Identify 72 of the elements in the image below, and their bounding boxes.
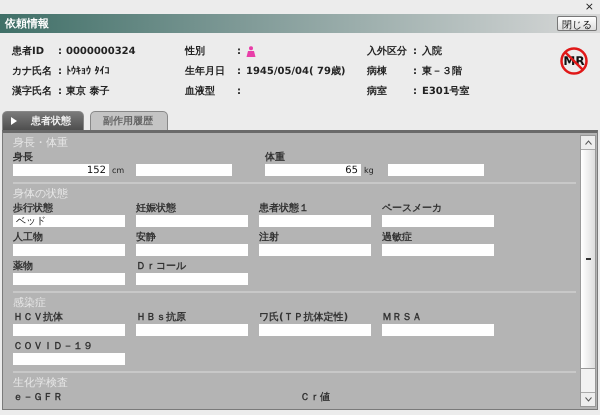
field-label: 患者ID <box>12 46 46 58</box>
field-label: ペースメーカ <box>382 203 443 215</box>
window-title: 依頼情報 <box>5 16 49 31</box>
input-field[interactable] <box>382 324 494 336</box>
field-label: 血液型 <box>185 86 216 98</box>
field-value: E301号室 <box>422 86 471 98</box>
input-field[interactable] <box>136 164 232 176</box>
field-label: Ｃｒ値 <box>300 392 331 404</box>
field-value: 東－３階 <box>422 66 463 78</box>
colon: : <box>413 86 418 98</box>
input-field[interactable] <box>259 324 371 336</box>
input-field[interactable] <box>136 244 248 256</box>
field-label: Ｄｒコール <box>136 261 188 273</box>
field-label: 身長 <box>13 152 34 164</box>
input-field[interactable] <box>259 215 371 227</box>
input-field[interactable]: ベッド <box>13 215 125 227</box>
input-field[interactable] <box>382 244 494 256</box>
field-label: 漢字氏名 <box>12 86 53 98</box>
field-label: 歩行状態 <box>13 203 54 215</box>
field-label: 患者状態１ <box>259 203 310 215</box>
field-label: ＨＢｓ抗原 <box>136 312 187 324</box>
colon: : <box>413 66 418 78</box>
field-label: 性別 <box>185 46 206 58</box>
field-label: 体重 <box>265 152 286 164</box>
field-label: 病棟 <box>367 66 388 78</box>
input-field[interactable] <box>13 324 125 336</box>
input-field[interactable] <box>259 244 371 256</box>
close-button[interactable]: 閉じる <box>557 16 597 31</box>
chevron-icon <box>584 140 592 145</box>
input-field[interactable] <box>13 353 125 365</box>
chevron-icon <box>584 397 592 402</box>
field-label: ＭＲＳＡ <box>382 312 423 324</box>
field-label: 安静 <box>136 232 157 244</box>
colon: : <box>237 66 242 78</box>
input-field[interactable]: 65 <box>265 164 361 176</box>
field-label: 入外区分 <box>367 46 408 58</box>
field-value: 0000000324 <box>66 46 137 58</box>
female-icon <box>246 46 256 58</box>
scrollbar[interactable] <box>580 135 596 407</box>
field-value: 入院 <box>422 46 443 58</box>
colon: : <box>58 66 63 78</box>
field-value: 1945/05/04( 79歳) <box>246 66 347 78</box>
field-value: 東京 泰子 <box>66 86 110 98</box>
field-label: 薬物 <box>13 261 34 273</box>
field-label: 注射 <box>259 232 280 244</box>
unit-label: cm <box>111 166 126 174</box>
input-field[interactable] <box>136 324 248 336</box>
field-label: 生年月日 <box>185 66 226 78</box>
field-label: 人工物 <box>13 232 44 244</box>
input-field[interactable] <box>13 273 125 285</box>
field-label: カナ氏名 <box>12 66 53 78</box>
field-label: ＣＯＶＩＤ－１９ <box>13 341 94 353</box>
input-field[interactable] <box>13 244 125 256</box>
colon: : <box>413 46 418 58</box>
field-label: 妊娠状態 <box>136 203 177 215</box>
field-label: ワ氏(ＴＰ抗体定性) <box>259 312 350 324</box>
input-field[interactable] <box>136 273 248 285</box>
input-field[interactable]: 152 <box>13 164 109 176</box>
colon: : <box>237 86 242 98</box>
field-value: ﾄｳｷｮｳ ﾀｲｺ <box>66 66 110 78</box>
colon: : <box>58 46 63 58</box>
colon: : <box>237 46 242 58</box>
colon: : <box>58 86 63 98</box>
input-field[interactable] <box>388 164 484 176</box>
field-label: ＨＣＶ抗体 <box>13 312 64 324</box>
unit-label: kg <box>363 166 375 174</box>
field-label: 病室 <box>367 86 388 98</box>
tab[interactable]: 患者状態 <box>2 111 84 130</box>
field-label: ｅ－ＧＦＲ <box>13 392 64 404</box>
input-field[interactable] <box>382 215 494 227</box>
input-field[interactable] <box>136 215 248 227</box>
field-label: 過敏症 <box>382 232 413 244</box>
